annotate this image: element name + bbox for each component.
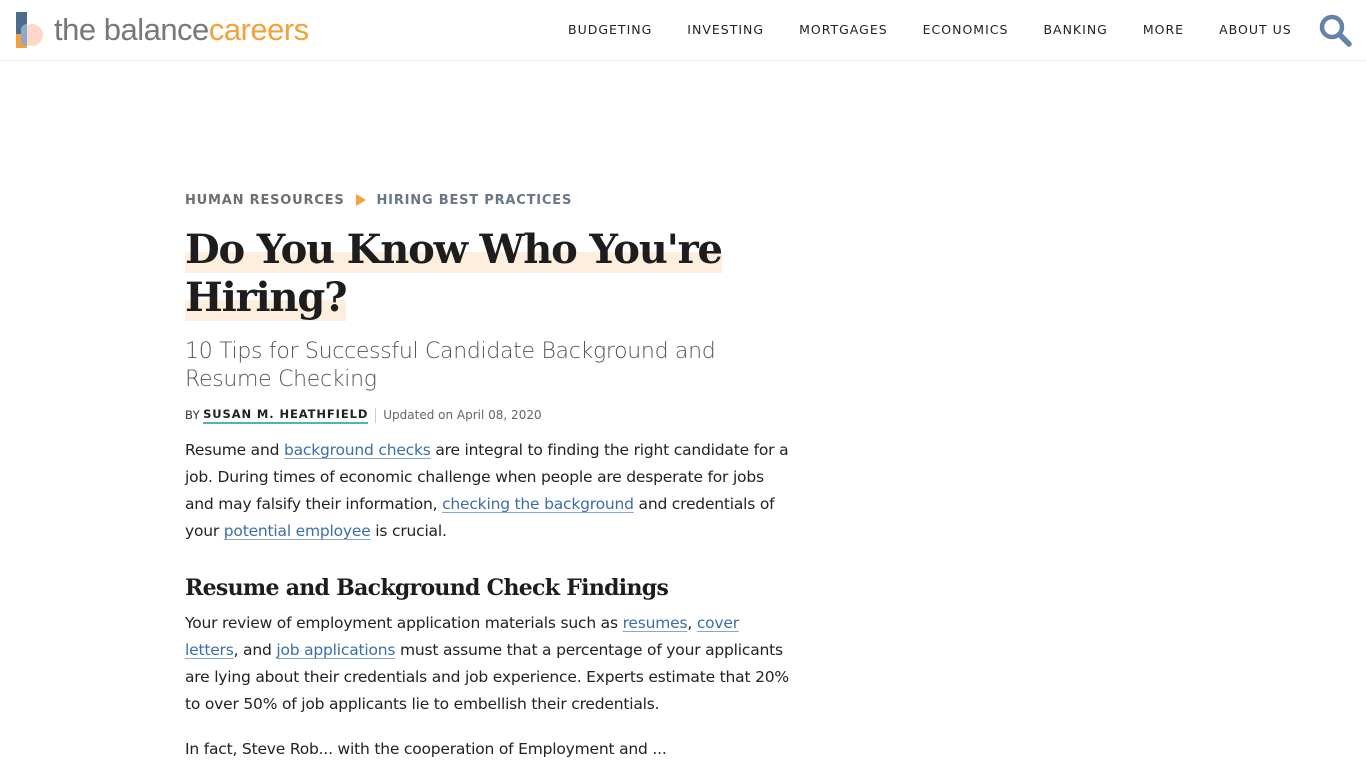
logo-text-main: the balance — [54, 12, 209, 47]
updated-date: Updated on April 08, 2020 — [383, 408, 542, 422]
logo-text: the balancecareers — [54, 12, 309, 48]
text: Resume and — [185, 441, 284, 459]
link-job-applications[interactable]: job applications — [276, 641, 395, 659]
nav-investing[interactable]: INVESTING — [687, 22, 764, 38]
nav-more[interactable]: MORE — [1143, 22, 1184, 38]
nav-about-us[interactable]: ABOUT US — [1219, 22, 1292, 38]
logo-icon — [16, 12, 44, 48]
byline-divider — [375, 407, 377, 423]
search-icon — [1319, 14, 1352, 47]
intro-paragraph: Resume and background checks are integra… — [185, 437, 790, 545]
breadcrumb: HUMAN RESOURCES HIRING BEST PRACTICES — [185, 190, 790, 210]
search-button[interactable] — [1318, 13, 1352, 47]
text: , — [687, 614, 697, 632]
section-heading: Resume and Background Check Findings — [185, 575, 669, 601]
site-header: the balancecareers BUDGETING INVESTING M… — [0, 0, 1366, 61]
breadcrumb-human-resources[interactable]: HUMAN RESOURCES — [185, 193, 345, 208]
article: HUMAN RESOURCES HIRING BEST PRACTICES Do… — [185, 190, 790, 763]
link-potential-employee[interactable]: potential employee — [224, 522, 371, 540]
link-resumes[interactable]: resumes — [623, 614, 688, 632]
author-link[interactable]: SUSAN M. HEATHFIELD — [203, 407, 369, 424]
next-paragraph: In fact, Steve Rob... with the cooperati… — [185, 740, 667, 758]
page-title: Do You Know Who You're Hiring? — [185, 226, 745, 322]
text: is crucial. — [370, 522, 447, 540]
site-logo[interactable]: the balancecareers — [16, 12, 309, 48]
text: , and — [233, 641, 277, 659]
findings-paragraph: Your review of employment application ma… — [185, 610, 790, 718]
text: Your review of employment application ma… — [185, 614, 623, 632]
nav-budgeting[interactable]: BUDGETING — [568, 22, 652, 38]
nav-economics[interactable]: ECONOMICS — [923, 22, 1009, 38]
byline-by: BY — [185, 408, 201, 422]
page-subtitle: 10 Tips for Successful Candidate Backgro… — [185, 339, 716, 392]
logo-text-careers: careers — [208, 12, 309, 47]
link-checking-the-background[interactable]: checking the background — [442, 495, 634, 513]
page-title-text: Do You Know Who You're Hiring? — [185, 226, 723, 321]
link-background-checks[interactable]: background checks — [284, 441, 431, 459]
nav-mortgages[interactable]: MORTGAGES — [799, 22, 888, 38]
breadcrumb-hiring-best-practices[interactable]: HIRING BEST PRACTICES — [377, 193, 573, 208]
main-nav: BUDGETING INVESTING MORTGAGES ECONOMICS … — [568, 22, 1327, 38]
breadcrumb-arrow-icon — [355, 194, 366, 206]
byline: BY SUSAN M. HEATHFIELD Updated on April … — [185, 406, 790, 424]
nav-banking[interactable]: BANKING — [1043, 22, 1107, 38]
